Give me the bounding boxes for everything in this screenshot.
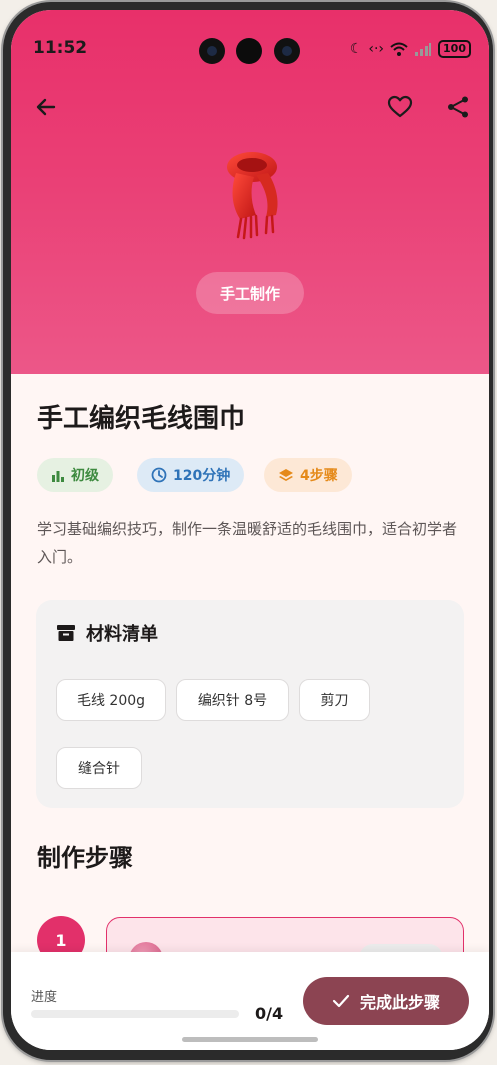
share-icon [448,96,468,118]
material-item: 缝合针 [56,747,142,789]
material-item: 毛线 200g [56,679,166,721]
project-description: 学习基础编织技巧，制作一条温暖舒适的毛线围巾，适合初学者入门。 [37,520,458,566]
check-icon [332,994,350,1008]
material-item: 剪刀 [299,679,370,721]
moon-icon: ☾ [349,41,363,57]
favorite-button[interactable] [385,92,415,122]
hero-header: 11:52 ☾ ‹·› 100 手工制作 [11,10,489,374]
status-time: 11:52 [33,38,88,58]
status-bar: 11:52 ☾ ‹·› 100 [11,10,489,64]
home-indicator[interactable] [182,1037,318,1042]
materials-card: 材料清单 毛线 200g 编织针 8号 剪刀 缝合针 [36,600,464,808]
layers-icon [279,469,293,481]
app-screen: 11:52 ☾ ‹·› 100 手工制作 手工编织毛线围巾 初级 120分钟 4… [11,10,489,1050]
heart-icon [387,95,413,118]
status-icons: ☾ ‹·› 100 [350,38,471,60]
complete-step-label: 完成此步骤 [359,993,440,1012]
progress-count: 0/4 [255,1004,284,1023]
material-item: 编织针 8号 [176,679,289,721]
complete-step-button[interactable]: 完成此步骤 [303,977,469,1025]
wifi-icon [390,42,408,56]
clock-icon [151,467,167,483]
battery-icon: 100 [438,40,471,58]
signal-icon [415,43,432,56]
materials-title: 材料清单 [86,624,158,645]
page-title: 手工编织毛线围巾 [37,404,246,434]
camera-icon [199,38,225,64]
camera-icon [274,38,300,64]
phone-frame: 11:52 ☾ ‹·› 100 手工制作 手工编织毛线围巾 初级 120分钟 4… [3,2,493,1060]
camera-icon [236,38,262,64]
duration-label: 120分钟 [173,468,231,484]
category-tag: 手工制作 [196,272,304,314]
share-button[interactable] [443,92,473,122]
progress-label: 进度 [31,990,58,1005]
steps-section-title: 制作步骤 [37,844,133,872]
back-button[interactable] [31,92,61,122]
level-label: 初级 [71,468,99,484]
bottom-action-bar: 进度 0/4 完成此步骤 [11,952,489,1050]
level-chip: 初级 [37,458,113,492]
data-transfer-icon: ‹·› [368,41,385,57]
arrow-left-icon [36,98,56,116]
steps-label: 4步骤 [300,468,338,484]
materials-header: 材料清单 [56,620,158,646]
bar-chart-icon [52,471,64,482]
archive-icon [57,625,75,641]
scarf-emoji [227,152,278,240]
steps-chip: 4步骤 [264,458,352,492]
progress-bar [31,1010,239,1018]
duration-chip: 120分钟 [137,458,245,492]
